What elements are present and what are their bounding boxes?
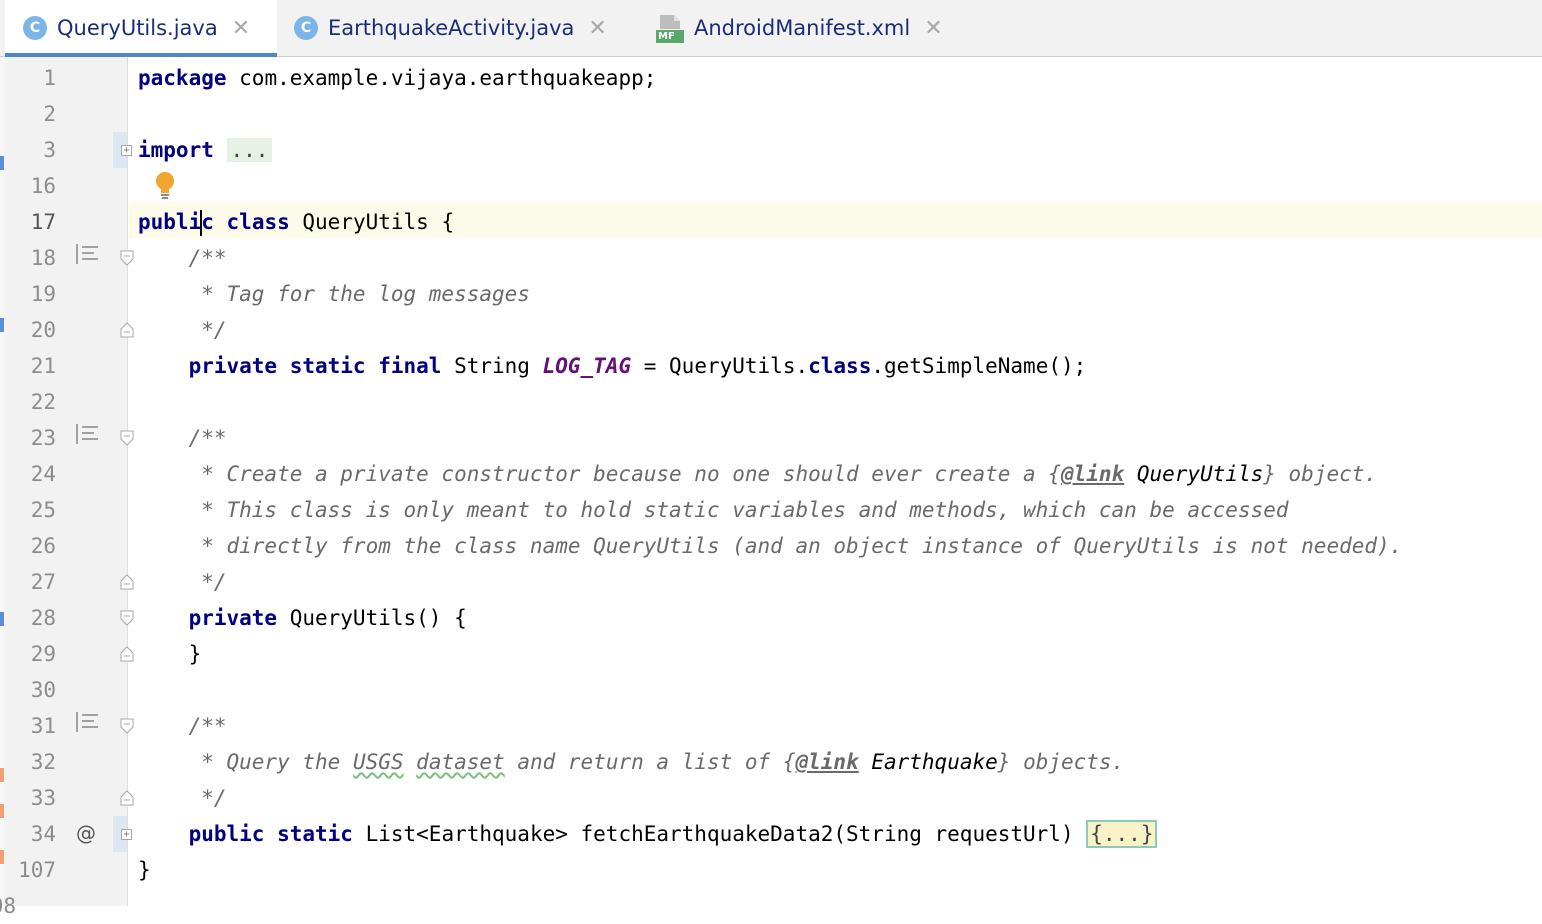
line-number: 19 — [30, 282, 56, 306]
code-line-17: public class QueryUtils { — [138, 204, 454, 240]
code-token: c — [201, 210, 214, 234]
override-marker-icon[interactable]: @ — [76, 815, 96, 851]
code-line-25: * This class is only meant to hold stati… — [138, 498, 1289, 522]
code-token: publi — [138, 210, 202, 234]
code-token: package — [138, 66, 227, 90]
line-number: 30 — [30, 678, 56, 702]
line-number: 3 — [43, 138, 56, 162]
tab-label: EarthquakeActivity.java — [328, 16, 575, 40]
close-icon[interactable]: ✕ — [924, 16, 942, 41]
line-number: 2 — [43, 102, 56, 126]
line-number: 33 — [30, 786, 56, 810]
tab-androidmanifest[interactable]: MF AndroidManifest.xml ✕ — [656, 0, 943, 56]
line-number: 18 — [30, 246, 56, 270]
line-number: 20 — [30, 318, 56, 342]
code-token: .getSimpleName(); — [871, 354, 1087, 378]
java-class-icon: C — [294, 16, 318, 40]
line-number: 32 — [30, 750, 56, 774]
line-number: 23 — [30, 426, 56, 450]
line-number: 108 — [0, 894, 16, 918]
code-token: class — [226, 210, 290, 234]
line-number: 29 — [30, 642, 56, 666]
lightbulb-icon[interactable] — [155, 172, 175, 200]
code-token: class — [808, 354, 872, 378]
code-editor[interactable]: package com.example.vijaya.earthquakeapp… — [129, 57, 1542, 906]
line-number: 31 — [30, 714, 56, 738]
code-token: QueryUtils — [1124, 462, 1264, 486]
close-icon[interactable]: ✕ — [232, 16, 250, 41]
code-line-24: * Create a private constructor because n… — [138, 456, 1377, 492]
javadoc-render-icon[interactable] — [76, 419, 98, 455]
line-number: 21 — [30, 354, 56, 378]
editor-tab-bar: C QueryUtils.java ✕ C EarthquakeActivity… — [0, 0, 1542, 57]
code-line-33: */ — [138, 786, 227, 810]
code-token: QueryUtils { — [289, 210, 455, 234]
tab-earthquakeactivity[interactable]: C EarthquakeActivity.java ✕ — [294, 0, 607, 56]
folded-imports[interactable]: ... — [226, 138, 273, 162]
code-token: @link — [795, 750, 859, 774]
code-line-27: */ — [138, 570, 227, 594]
code-line-1: package com.example.vijaya.earthquakeapp… — [138, 60, 656, 96]
code-token: List<Earthquake> fetchEarthquakeData2(St… — [352, 822, 1087, 846]
code-token: dataset — [416, 750, 505, 774]
code-token: QueryUtils() { — [277, 606, 467, 630]
javadoc-render-graphic — [76, 424, 98, 444]
line-number: 22 — [30, 390, 56, 414]
code-line-21: private static final String LOG_TAG = Qu… — [138, 348, 1087, 384]
code-line-34: public static List<Earthquake> fetchEart… — [138, 816, 1158, 852]
code-token: USGS — [352, 750, 404, 774]
java-class-icon: C — [23, 16, 47, 40]
code-token: @link — [1060, 462, 1125, 486]
manifest-icon-label: MF — [658, 31, 675, 42]
code-line-32: * Query the USGS dataset and return a li… — [138, 744, 1124, 780]
code-token: and return a list of { — [504, 750, 796, 774]
tab-label: QueryUtils.java — [57, 16, 218, 40]
javadoc-render-graphic — [76, 244, 98, 264]
line-number: 28 — [30, 606, 56, 630]
code-token: String — [441, 354, 543, 378]
line-number: 24 — [30, 462, 56, 486]
code-token: private static final — [138, 354, 442, 378]
line-number: 17 — [30, 210, 56, 234]
code-token: public static — [138, 822, 353, 846]
manifest-file-icon: MF — [656, 13, 684, 43]
code-token: Earthquake — [858, 750, 998, 774]
line-number: 1 — [43, 66, 56, 90]
code-token: * Query the — [138, 750, 353, 774]
code-token: } object. — [1263, 462, 1378, 486]
line-number: 16 — [30, 174, 56, 198]
close-icon[interactable]: ✕ — [588, 16, 606, 41]
javadoc-render-icon[interactable] — [76, 239, 98, 275]
code-token: com.example.vijaya.earthquakeapp; — [226, 66, 657, 90]
code-line-20: */ — [138, 318, 227, 342]
line-number: 34 — [30, 822, 56, 846]
code-line-107: } — [138, 858, 151, 882]
code-token: } objects. — [997, 750, 1125, 774]
javadoc-render-graphic — [76, 712, 98, 732]
tab-label: AndroidManifest.xml — [694, 16, 911, 40]
code-token: import — [138, 138, 214, 162]
javadoc-render-icon[interactable] — [76, 707, 98, 743]
line-number: 27 — [30, 570, 56, 594]
code-line-23: /** — [138, 426, 227, 450]
code-token: = QueryUtils. — [631, 354, 809, 378]
code-line-28: private QueryUtils() { — [138, 600, 467, 636]
line-number: 25 — [30, 498, 56, 522]
code-line-31: /** — [138, 714, 227, 738]
line-number: 107 — [18, 858, 56, 882]
tab-queryutils[interactable]: C QueryUtils.java ✕ — [5, 0, 277, 57]
folded-method-body[interactable]: {...} — [1086, 820, 1158, 848]
code-token: private — [138, 606, 278, 630]
code-line-3: import ... — [138, 132, 273, 168]
code-line-18: /** — [138, 246, 227, 270]
code-line-26: * directly from the class name QueryUtil… — [138, 534, 1403, 558]
code-token: LOG_TAG — [542, 354, 632, 378]
code-token: * Create a private constructor because n… — [138, 462, 1061, 486]
code-line-29: } — [138, 642, 202, 666]
code-line-19: * Tag for the log messages — [138, 282, 530, 306]
line-number: 26 — [30, 534, 56, 558]
